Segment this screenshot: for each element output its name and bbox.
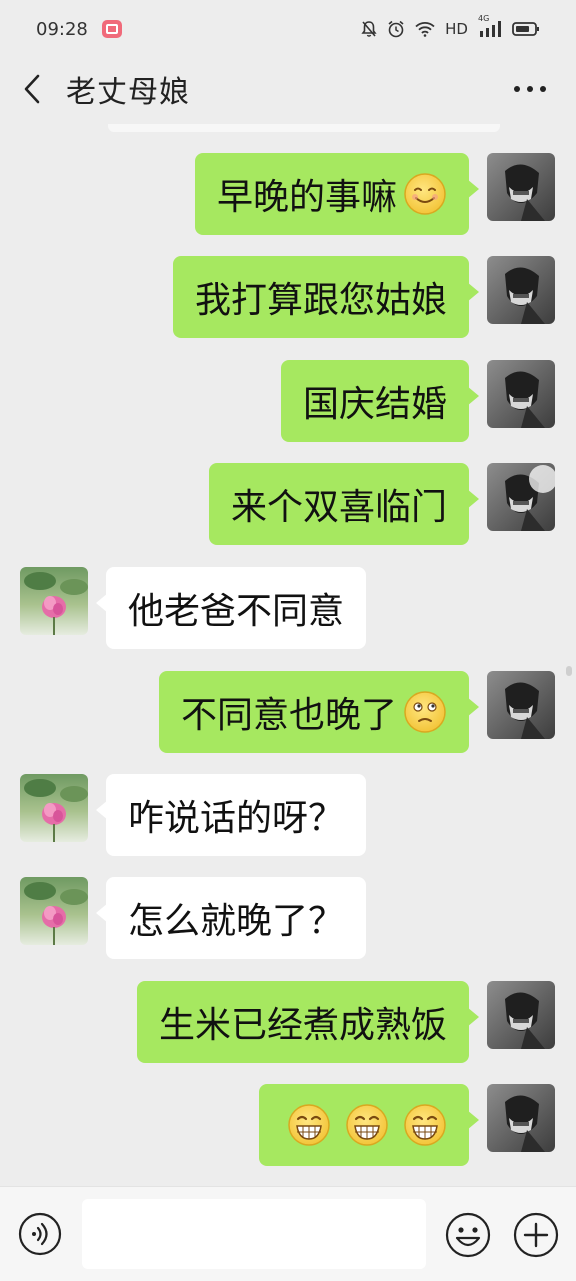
message-text: 不同意也晚了 [180,695,397,736]
voice-icon [18,1212,62,1256]
my-avatar[interactable] [487,360,555,428]
message-input[interactable] [82,1199,426,1269]
thinking-emoji-icon [404,691,446,733]
message-text: 咋说话的呀？ [128,798,345,839]
voice-input-button[interactable] [18,1212,62,1256]
contact-avatar[interactable] [20,877,88,945]
message-list[interactable]: 早晚的事嘛 我打算跟您姑娘 国庆结婚 来个双喜临门 他老爸不同意 不同意也晚了 … [0,0,576,1185]
smiley-icon [445,1212,491,1258]
input-bar [0,1186,576,1281]
grin-emoji-icon [404,1104,446,1146]
grin-emoji-icon [288,1104,330,1146]
message-bubble-sent[interactable]: 早晚的事嘛 [194,153,480,235]
more-functions-button[interactable] [513,1212,559,1258]
emoji-group [281,1103,447,1147]
message-text: 来个双喜临门 [230,487,447,528]
my-avatar[interactable] [487,153,555,221]
message-bubble-sent[interactable]: 来个双喜临门 [208,463,480,545]
my-avatar[interactable] [487,671,555,739]
message-bubble-sent[interactable]: 国庆结婚 [280,360,480,442]
message-bubble-received[interactable]: 咋说话的呀？ [95,774,367,856]
my-avatar[interactable] [487,256,555,324]
message-bubble-sent[interactable]: 我打算跟您姑娘 [172,256,480,338]
message-text: 早晚的事嘛 [216,177,397,218]
message-text: 生米已经煮成熟饭 [158,1005,447,1046]
emoji-button[interactable] [445,1212,491,1258]
message-bubble-received[interactable]: 他老爸不同意 [95,567,367,649]
message-bubble-sent[interactable] [259,1084,479,1166]
smile-emoji-icon [404,173,446,215]
message-text: 怎么就晚了？ [128,901,345,942]
contact-avatar[interactable] [20,567,88,635]
message-bubble-received[interactable]: 怎么就晚了？ [95,877,367,959]
my-avatar[interactable] [487,981,555,1049]
message-text: 他老爸不同意 [128,591,345,632]
scroll-indicator[interactable] [566,666,572,676]
plus-icon [513,1212,559,1258]
message-bubble-sent[interactable]: 不同意也晚了 [158,671,480,753]
message-text: 我打算跟您姑娘 [194,280,447,321]
message-text: 国庆结婚 [302,384,447,425]
contact-avatar[interactable] [20,774,88,842]
message-bubble-sent[interactable]: 生米已经煮成熟饭 [136,981,480,1063]
my-avatar[interactable] [487,1084,555,1152]
my-avatar[interactable] [487,463,555,531]
grin-emoji-icon [346,1104,388,1146]
